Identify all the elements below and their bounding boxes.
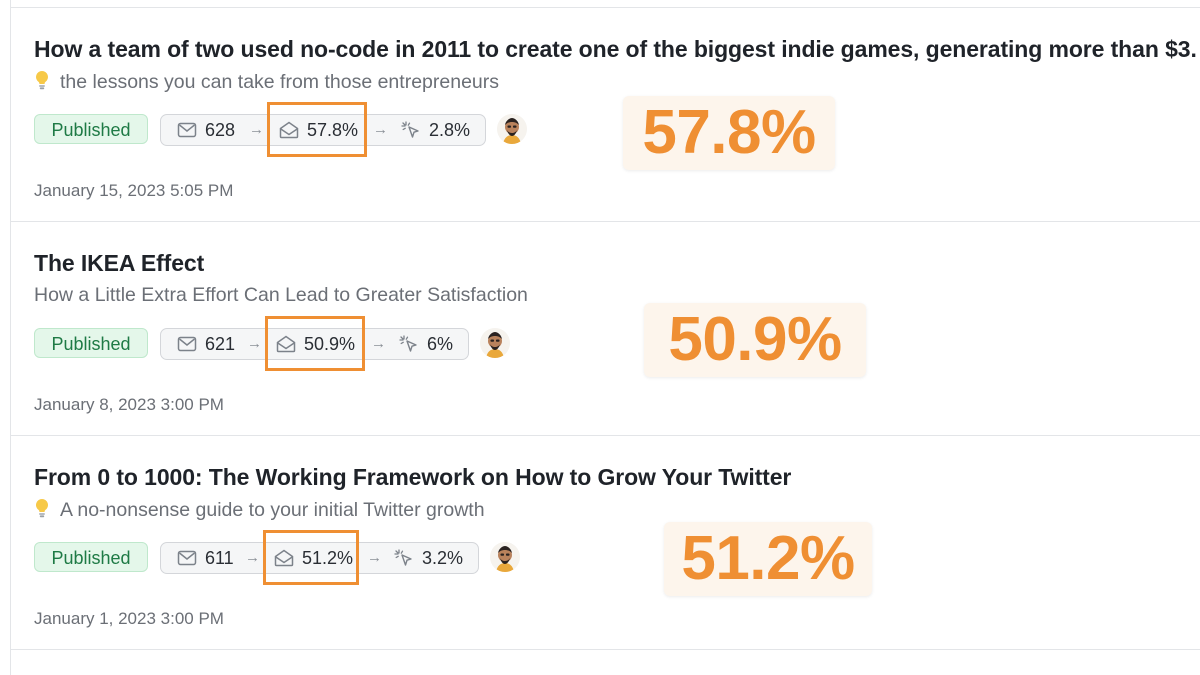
status-badge: Published bbox=[34, 328, 148, 358]
post-title[interactable]: From 0 to 1000: The Working Framework on… bbox=[34, 464, 791, 491]
post-list: How a team of two used no-code in 2011 t… bbox=[0, 0, 1200, 675]
post-subtitle-text: A no-nonsense guide to your initial Twit… bbox=[60, 499, 485, 521]
open-rate-highlight bbox=[265, 316, 365, 371]
post-stats-row: Published 611 → 51.2% → 3.2% bbox=[34, 530, 1134, 585]
cursor-click-icon bbox=[394, 549, 412, 566]
post-title[interactable]: The IKEA Effect bbox=[34, 250, 204, 277]
open-rate-highlight bbox=[267, 102, 367, 157]
post-date: January 1, 2023 3:00 PM bbox=[34, 609, 224, 628]
status-badge: Published bbox=[34, 114, 148, 144]
post-stats-row: Published 628 → 57.8% → 2.8% bbox=[34, 102, 1134, 157]
post-item[interactable]: How a team of two used no-code in 2011 t… bbox=[34, 36, 1200, 236]
post-title[interactable]: How a team of two used no-code in 2011 t… bbox=[34, 36, 1197, 63]
arrow-right-icon: → bbox=[373, 121, 388, 138]
post-date: January 8, 2023 3:00 PM bbox=[34, 395, 224, 414]
recipients-count: 621 bbox=[205, 334, 236, 354]
mail-icon bbox=[177, 336, 197, 352]
arrow-right-icon: → bbox=[249, 121, 264, 138]
cursor-click-icon bbox=[401, 121, 419, 138]
cursor-click-icon bbox=[399, 335, 417, 352]
sidebar-divider bbox=[10, 0, 11, 675]
arrow-right-icon: → bbox=[367, 549, 382, 566]
post-subtitle: A no-nonsense guide to your initial Twit… bbox=[34, 498, 485, 524]
click-rate: 2.8% bbox=[429, 120, 471, 140]
divider bbox=[11, 7, 1200, 8]
lightbulb-icon bbox=[34, 498, 54, 524]
post-date: January 15, 2023 5:05 PM bbox=[34, 181, 234, 200]
post-stats-row: Published 621 → 50.9% → 6% bbox=[34, 316, 1134, 371]
click-rate: 6% bbox=[427, 334, 454, 354]
post-subtitle: How a Little Extra Effort Can Lead to Gr… bbox=[34, 284, 528, 307]
click-rate: 3.2% bbox=[422, 548, 464, 568]
arrow-right-icon: → bbox=[247, 335, 262, 352]
lightbulb-icon bbox=[34, 70, 54, 96]
open-rate-highlight bbox=[263, 530, 359, 585]
open-rate-callout: 50.9% bbox=[644, 303, 866, 377]
status-badge: Published bbox=[34, 542, 148, 572]
open-rate-callout: 57.8% bbox=[623, 96, 835, 170]
open-rate-callout: 51.2% bbox=[664, 522, 872, 596]
author-avatar[interactable] bbox=[497, 114, 527, 144]
author-avatar[interactable] bbox=[480, 328, 510, 358]
arrow-right-icon: → bbox=[371, 335, 386, 352]
post-item[interactable]: From 0 to 1000: The Working Framework on… bbox=[34, 464, 1200, 664]
post-subtitle-text: How a Little Extra Effort Can Lead to Gr… bbox=[34, 284, 528, 306]
recipients-count: 628 bbox=[205, 120, 236, 140]
recipients-count: 611 bbox=[205, 548, 234, 568]
mail-icon bbox=[177, 550, 197, 566]
post-subtitle-text: the lessons you can take from those entr… bbox=[60, 71, 499, 93]
post-item[interactable]: The IKEA Effect How a Little Extra Effor… bbox=[34, 250, 1200, 450]
post-subtitle: the lessons you can take from those entr… bbox=[34, 70, 499, 96]
mail-icon bbox=[177, 122, 197, 138]
arrow-right-icon: → bbox=[245, 549, 260, 566]
author-avatar[interactable] bbox=[490, 542, 520, 572]
